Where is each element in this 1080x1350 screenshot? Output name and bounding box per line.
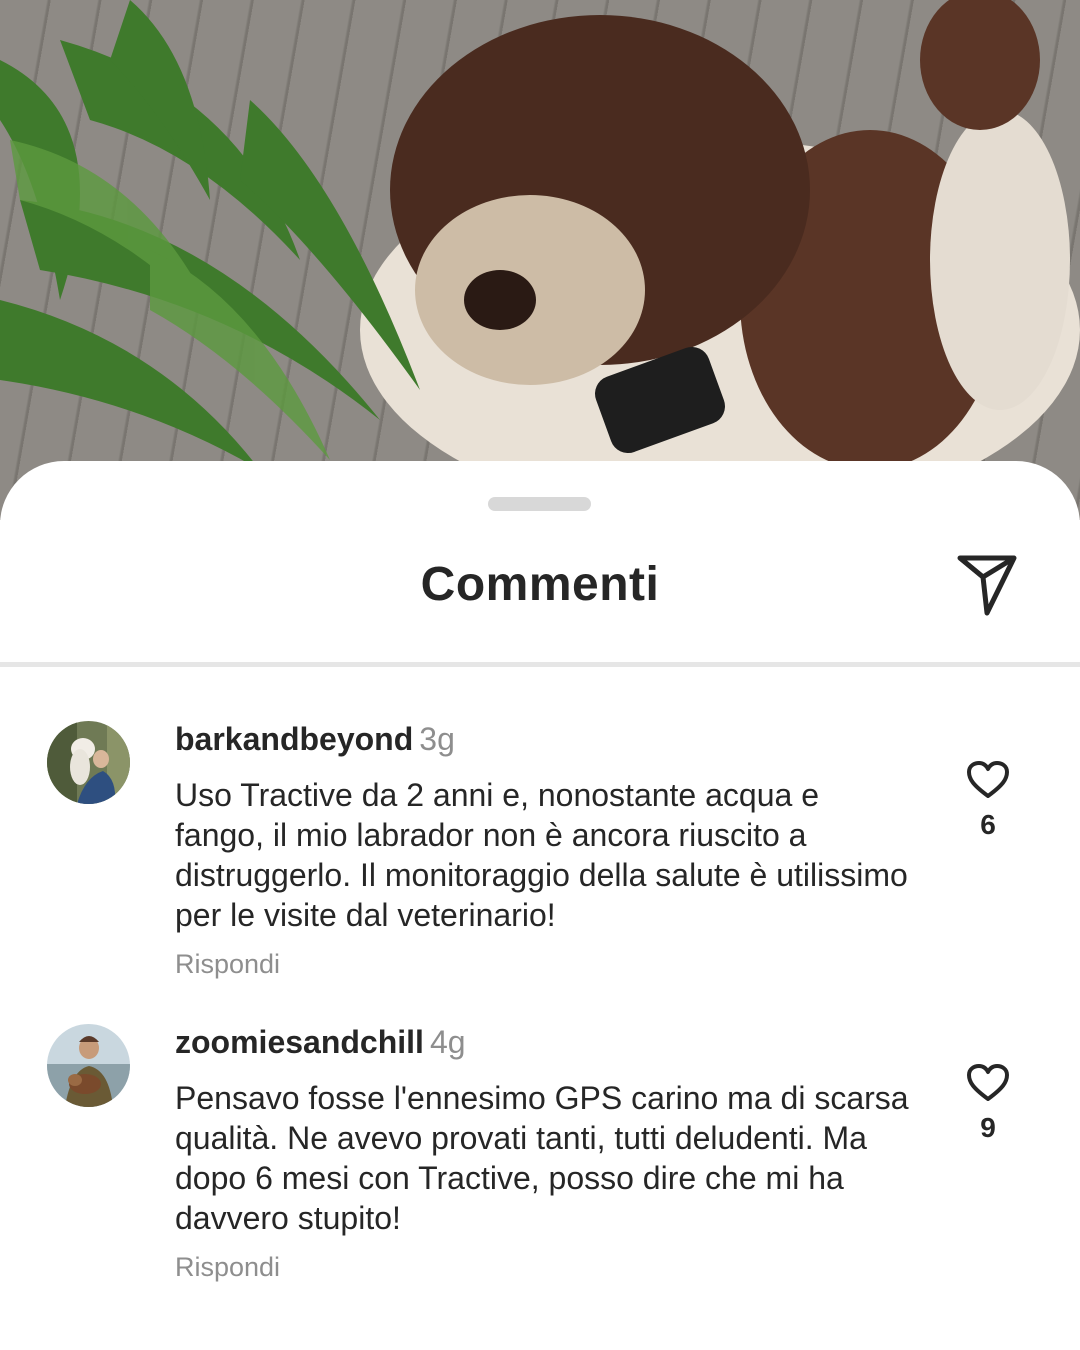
comment-text: Pensavo fosse l'ennesimo GPS carino ma d… <box>175 1080 909 1236</box>
like-control: 6 <box>958 761 1018 841</box>
comment-text: Uso Tractive da 2 anni e, nonostante acq… <box>175 777 908 933</box>
avatar[interactable] <box>47 1024 130 1107</box>
comments-sheet: Commenti barkandbeyond 3g Uso Tractive d… <box>0 461 1080 1350</box>
like-control: 9 <box>958 1064 1018 1144</box>
reply-button[interactable]: Rispondi <box>175 1250 915 1284</box>
comment-username[interactable]: barkandbeyond <box>175 721 413 757</box>
avatar[interactable] <box>47 721 130 804</box>
post-photo <box>0 0 1080 520</box>
send-paper-plane-icon[interactable] <box>950 553 1026 619</box>
like-count: 6 <box>980 809 996 840</box>
comment-timestamp: 3g <box>419 721 455 757</box>
comment-timestamp: 4g <box>429 1024 466 1060</box>
heart-outline-icon[interactable] <box>967 1064 1009 1102</box>
comment-body: zoomiesandchill 4g Pensavo fosse l'ennesi… <box>175 1024 915 1284</box>
sheet-title: Commenti <box>420 558 660 611</box>
reply-button[interactable]: Rispondi <box>175 947 915 981</box>
heart-outline-icon[interactable] <box>967 761 1009 799</box>
comment-username[interactable]: zoomiesandchill <box>175 1024 424 1060</box>
like-count: 9 <box>980 1112 996 1143</box>
drag-handle[interactable] <box>488 497 591 511</box>
comment-body: barkandbeyond 3g Uso Tractive da 2 anni e… <box>175 721 915 981</box>
header-divider <box>0 662 1080 667</box>
